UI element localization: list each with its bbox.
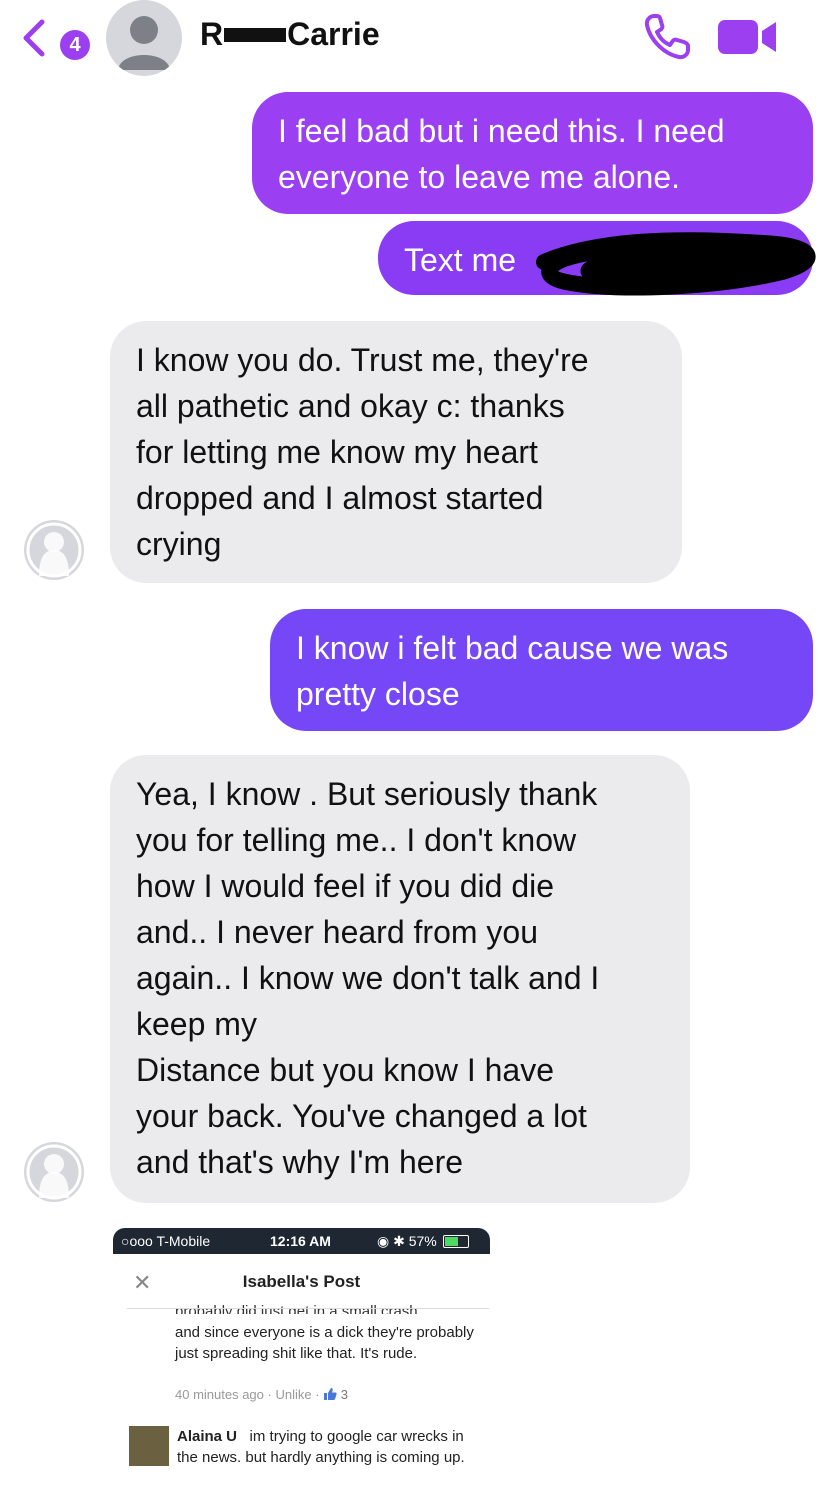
incoming-message[interactable]: Yea, I know . But seriously thank you fo… [110, 755, 690, 1203]
message-line: Yea, I know . But seriously thank [136, 776, 598, 812]
video-camera-icon [718, 20, 776, 54]
comment-text: and since everyone is a dick they're pro… [175, 1324, 474, 1362]
divider [127, 1308, 489, 1309]
battery-percent-text: 57% [408, 1233, 437, 1249]
contact-avatar[interactable] [106, 0, 182, 76]
chevron-left-icon [23, 19, 45, 57]
contact-name[interactable]: R Carrie [200, 16, 380, 53]
message-line: and that's why I'm here [136, 1144, 464, 1180]
message-line: Distance but you know I have [136, 1052, 555, 1088]
message-line: dropped and I almost started [136, 480, 544, 516]
embedded-screenshot-image[interactable]: ○ooo T-Mobile 12:16 AM ◉ ✱ 57% ✕ Isabell… [113, 1228, 490, 1500]
message-line: for letting me know my heart [136, 434, 538, 470]
unlike-label: Unlike [275, 1387, 312, 1402]
comment-meta: 40 minutes ago · Unlike · 3 [175, 1387, 349, 1402]
battery-fill [445, 1237, 458, 1246]
battery-icon [443, 1235, 469, 1248]
battery-percent: ◉ ✱ 57% [377, 1233, 437, 1249]
sender-avatar[interactable] [24, 1142, 84, 1202]
message-line: keep my [136, 1006, 257, 1042]
video-call-button[interactable] [716, 14, 782, 60]
message-line: I know you do. Trust me, they're [136, 342, 589, 378]
sender-avatar[interactable] [24, 520, 84, 580]
redaction-scribble [536, 232, 816, 296]
thumbs-up-icon [324, 1388, 337, 1400]
incoming-message[interactable]: I know you do. Trust me, they're all pat… [110, 321, 682, 583]
back-button[interactable]: 4 [14, 10, 94, 62]
person-icon [118, 16, 170, 70]
message-line: and.. I never heard from you [136, 914, 538, 950]
contact-last-name: Carrie [287, 16, 380, 52]
carrier-label: ○ooo T-Mobile [121, 1233, 211, 1249]
outgoing-message[interactable]: I feel bad but i need this. I need every… [252, 92, 813, 214]
status-bar: ○ooo T-Mobile 12:16 AM ◉ ✱ 57% [113, 1228, 490, 1254]
message-line: all pathetic and okay c: thanks [136, 388, 565, 424]
comment-time: 40 minutes ago [175, 1387, 264, 1402]
contact-first-initial: R [200, 16, 224, 52]
redaction-bar [224, 27, 287, 42]
message-line: how I would feel if you did die [136, 868, 555, 904]
voice-call-button[interactable] [640, 10, 696, 62]
comment-block: Alaina U im trying to google car wrecks … [177, 1426, 477, 1468]
status-time: 12:16 AM [270, 1233, 331, 1249]
message-line: crying [136, 526, 222, 562]
commenter-avatar [129, 1426, 169, 1466]
message-line: you for telling me.. I don't know [136, 822, 577, 858]
commenter-name: Alaina U [177, 1428, 238, 1445]
message-text: Text me [404, 242, 517, 278]
message-line: your back. You've changed a lot [136, 1098, 587, 1134]
phone-icon [644, 14, 690, 60]
message-line: again.. I know we don't talk and I [136, 960, 600, 996]
conversation-header: 4 R Carrie [0, 0, 830, 80]
outgoing-message[interactable]: I know i felt bad cause we was pretty cl… [270, 609, 813, 731]
like-count: 3 [340, 1387, 349, 1402]
person-icon [26, 522, 82, 578]
post-title: Isabella's Post [242, 1272, 361, 1291]
unread-count-badge: 4 [60, 30, 90, 60]
person-icon [26, 1144, 82, 1200]
